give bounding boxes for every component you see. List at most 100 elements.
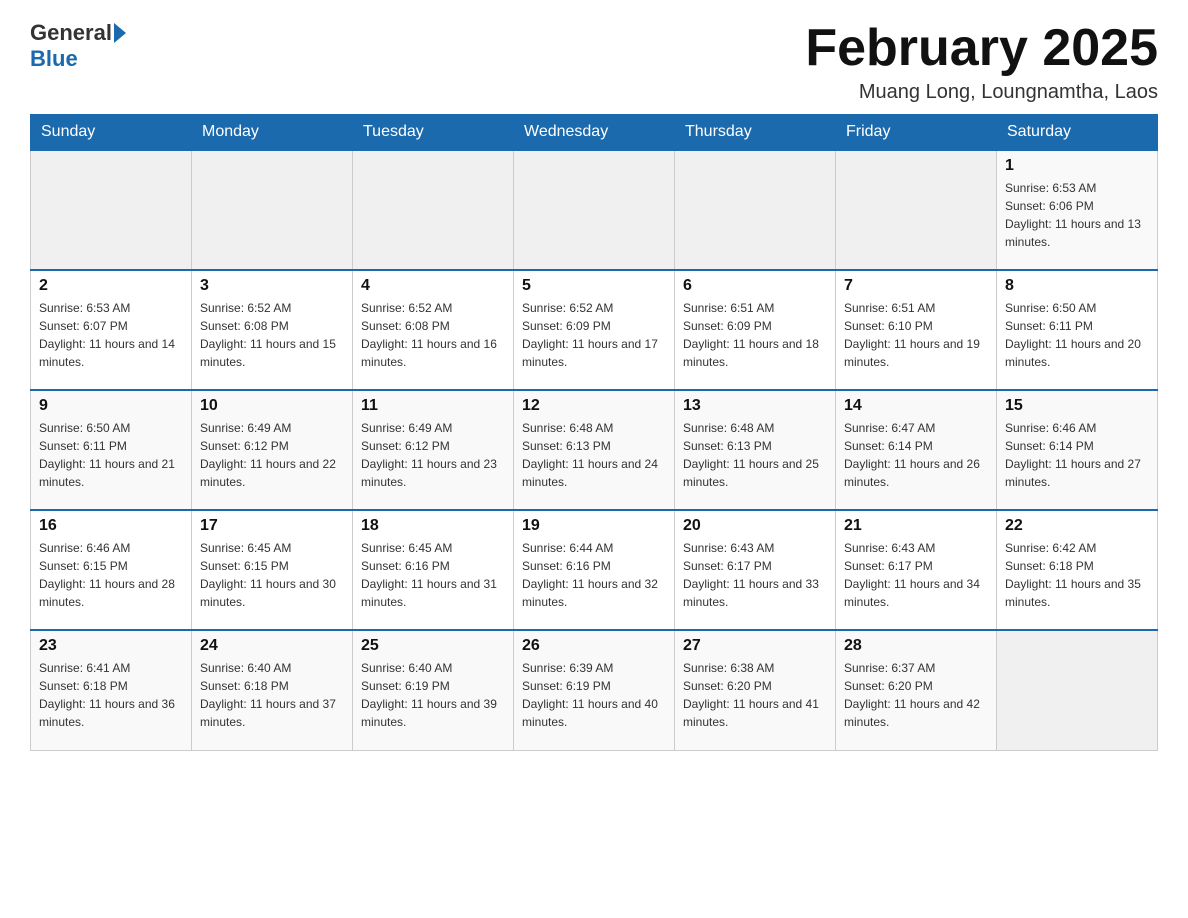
day-number: 13 (683, 397, 827, 415)
calendar-cell: 26 Sunrise: 6:39 AMSunset: 6:19 PMDayligh… (514, 630, 675, 750)
location: Muang Long, Loungnamtha, Laos (805, 81, 1158, 104)
calendar-cell: 21 Sunrise: 6:43 AMSunset: 6:17 PMDayligh… (836, 510, 997, 630)
calendar-cell: 18 Sunrise: 6:45 AMSunset: 6:16 PMDayligh… (353, 510, 514, 630)
day-number: 24 (200, 637, 344, 655)
calendar-cell: 3Sunrise: 6:52 AMSunset: 6:08 PMDaylight… (192, 270, 353, 390)
day-info: Sunrise: 6:51 AMSunset: 6:10 PMDaylight:… (844, 299, 988, 371)
logo: General Blue (30, 20, 126, 72)
calendar-cell (514, 150, 675, 270)
month-title: February 2025 (805, 20, 1158, 77)
calendar-header-row: SundayMondayTuesdayWednesdayThursdayFrid… (31, 115, 1158, 151)
day-number: 19 (522, 517, 666, 535)
calendar-cell: 6 Sunrise: 6:51 AMSunset: 6:09 PMDaylight… (675, 270, 836, 390)
day-number: 7 (844, 277, 988, 295)
day-info: Sunrise: 6:38 AMSunset: 6:20 PMDaylight:… (683, 659, 827, 731)
day-info: Sunrise: 6:48 AMSunset: 6:13 PMDaylight:… (522, 419, 666, 491)
calendar-cell: 22 Sunrise: 6:42 AMSunset: 6:18 PMDayligh… (997, 510, 1158, 630)
day-number: 25 (361, 637, 505, 655)
title-block: February 2025 Muang Long, Loungnamtha, L… (805, 20, 1158, 104)
calendar-header-tuesday: Tuesday (353, 115, 514, 151)
calendar-cell: 25Sunrise: 6:40 AMSunset: 6:19 PMDayligh… (353, 630, 514, 750)
day-number: 26 (522, 637, 666, 655)
day-number: 14 (844, 397, 988, 415)
day-info: Sunrise: 6:49 AMSunset: 6:12 PMDaylight:… (361, 419, 505, 491)
calendar-cell (836, 150, 997, 270)
day-info: Sunrise: 6:49 AMSunset: 6:12 PMDaylight:… (200, 419, 344, 491)
day-info: Sunrise: 6:40 AMSunset: 6:18 PMDaylight:… (200, 659, 344, 731)
day-info: Sunrise: 6:48 AMSunset: 6:13 PMDaylight:… (683, 419, 827, 491)
day-info: Sunrise: 6:43 AMSunset: 6:17 PMDaylight:… (683, 539, 827, 611)
day-info: Sunrise: 6:53 AMSunset: 6:06 PMDaylight:… (1005, 179, 1149, 251)
day-info: Sunrise: 6:39 AMSunset: 6:19 PMDaylight:… (522, 659, 666, 731)
calendar-header-saturday: Saturday (997, 115, 1158, 151)
calendar-cell: 19 Sunrise: 6:44 AMSunset: 6:16 PMDayligh… (514, 510, 675, 630)
day-number: 3 (200, 277, 344, 295)
day-number: 17 (200, 517, 344, 535)
day-number: 20 (683, 517, 827, 535)
day-info: Sunrise: 6:50 AMSunset: 6:11 PMDaylight:… (39, 419, 183, 491)
calendar-cell: 2 Sunrise: 6:53 AMSunset: 6:07 PMDaylight… (31, 270, 192, 390)
day-info: Sunrise: 6:45 AMSunset: 6:15 PMDaylight:… (200, 539, 344, 611)
calendar-cell: 20 Sunrise: 6:43 AMSunset: 6:17 PMDayligh… (675, 510, 836, 630)
day-info: Sunrise: 6:46 AMSunset: 6:14 PMDaylight:… (1005, 419, 1149, 491)
calendar-table: SundayMondayTuesdayWednesdayThursdayFrid… (30, 114, 1158, 751)
day-info: Sunrise: 6:43 AMSunset: 6:17 PMDaylight:… (844, 539, 988, 611)
logo-general: General (30, 20, 112, 46)
calendar-header-friday: Friday (836, 115, 997, 151)
day-number: 9 (39, 397, 183, 415)
day-info: Sunrise: 6:45 AMSunset: 6:16 PMDaylight:… (361, 539, 505, 611)
calendar-cell: 10 Sunrise: 6:49 AMSunset: 6:12 PMDayligh… (192, 390, 353, 510)
logo-blue: Blue (30, 46, 78, 72)
day-info: Sunrise: 6:50 AMSunset: 6:11 PMDaylight:… (1005, 299, 1149, 371)
calendar-week-row: 9 Sunrise: 6:50 AMSunset: 6:11 PMDaylight… (31, 390, 1158, 510)
calendar-cell: 11 Sunrise: 6:49 AMSunset: 6:12 PMDayligh… (353, 390, 514, 510)
calendar-cell: 28 Sunrise: 6:37 AMSunset: 6:20 PMDayligh… (836, 630, 997, 750)
calendar-cell: 5 Sunrise: 6:52 AMSunset: 6:09 PMDaylight… (514, 270, 675, 390)
day-info: Sunrise: 6:41 AMSunset: 6:18 PMDaylight:… (39, 659, 183, 731)
day-info: Sunrise: 6:53 AMSunset: 6:07 PMDaylight:… (39, 299, 183, 371)
day-number: 12 (522, 397, 666, 415)
calendar-cell (353, 150, 514, 270)
calendar-week-row: 23 Sunrise: 6:41 AMSunset: 6:18 PMDayligh… (31, 630, 1158, 750)
day-number: 10 (200, 397, 344, 415)
day-number: 22 (1005, 517, 1149, 535)
day-number: 23 (39, 637, 183, 655)
day-info: Sunrise: 6:51 AMSunset: 6:09 PMDaylight:… (683, 299, 827, 371)
calendar-cell: 13 Sunrise: 6:48 AMSunset: 6:13 PMDayligh… (675, 390, 836, 510)
day-info: Sunrise: 6:47 AMSunset: 6:14 PMDaylight:… (844, 419, 988, 491)
day-number: 8 (1005, 277, 1149, 295)
calendar-cell: 17 Sunrise: 6:45 AMSunset: 6:15 PMDayligh… (192, 510, 353, 630)
calendar-cell: 14 Sunrise: 6:47 AMSunset: 6:14 PMDayligh… (836, 390, 997, 510)
day-number: 16 (39, 517, 183, 535)
day-info: Sunrise: 6:46 AMSunset: 6:15 PMDaylight:… (39, 539, 183, 611)
calendar-cell: 12 Sunrise: 6:48 AMSunset: 6:13 PMDayligh… (514, 390, 675, 510)
page-header: General Blue February 2025 Muang Long, L… (30, 20, 1158, 104)
day-number: 27 (683, 637, 827, 655)
calendar-cell: 7 Sunrise: 6:51 AMSunset: 6:10 PMDaylight… (836, 270, 997, 390)
day-info: Sunrise: 6:42 AMSunset: 6:18 PMDaylight:… (1005, 539, 1149, 611)
calendar-cell (192, 150, 353, 270)
calendar-cell: 9 Sunrise: 6:50 AMSunset: 6:11 PMDaylight… (31, 390, 192, 510)
day-number: 15 (1005, 397, 1149, 415)
day-number: 2 (39, 277, 183, 295)
calendar-cell (31, 150, 192, 270)
calendar-header-monday: Monday (192, 115, 353, 151)
day-number: 18 (361, 517, 505, 535)
calendar-cell: 27 Sunrise: 6:38 AMSunset: 6:20 PMDayligh… (675, 630, 836, 750)
day-info: Sunrise: 6:37 AMSunset: 6:20 PMDaylight:… (844, 659, 988, 731)
calendar-cell: 8 Sunrise: 6:50 AMSunset: 6:11 PMDaylight… (997, 270, 1158, 390)
day-number: 21 (844, 517, 988, 535)
day-number: 5 (522, 277, 666, 295)
day-info: Sunrise: 6:44 AMSunset: 6:16 PMDaylight:… (522, 539, 666, 611)
day-number: 28 (844, 637, 988, 655)
calendar-cell: 24 Sunrise: 6:40 AMSunset: 6:18 PMDayligh… (192, 630, 353, 750)
day-number: 11 (361, 397, 505, 415)
day-info: Sunrise: 6:52 AMSunset: 6:09 PMDaylight:… (522, 299, 666, 371)
calendar-week-row: 16 Sunrise: 6:46 AMSunset: 6:15 PMDayligh… (31, 510, 1158, 630)
day-number: 6 (683, 277, 827, 295)
day-number: 4 (361, 277, 505, 295)
calendar-cell (675, 150, 836, 270)
calendar-cell: 15 Sunrise: 6:46 AMSunset: 6:14 PMDayligh… (997, 390, 1158, 510)
calendar-week-row: 2 Sunrise: 6:53 AMSunset: 6:07 PMDaylight… (31, 270, 1158, 390)
calendar-cell: 4Sunrise: 6:52 AMSunset: 6:08 PMDaylight… (353, 270, 514, 390)
